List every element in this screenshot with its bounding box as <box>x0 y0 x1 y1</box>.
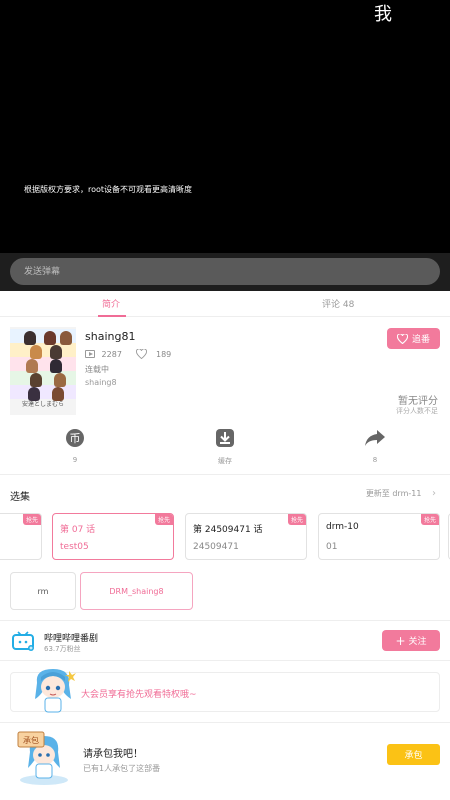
poster-logo: 安達としまむら <box>21 401 64 408</box>
like-count: 189 <box>156 349 172 359</box>
anime-title: shaing81 <box>85 330 136 343</box>
chevron-right-icon: › <box>432 488 436 499</box>
episode-name: 第 07 话 <box>60 525 96 535</box>
sponsor-title: 请承包我吧！ <box>83 749 143 760</box>
play-count: 2287 <box>101 349 122 359</box>
episode-name: 第 24509471 话 <box>193 525 263 535</box>
sponsor-button[interactable]: 承包 <box>387 744 440 765</box>
download-icon <box>216 429 234 447</box>
share-action[interactable]: 8 <box>355 428 395 464</box>
episode-card-active[interactable]: 第 07 话 test05 抢先 <box>52 513 174 560</box>
follow-channel-button[interactable]: + 关注 <box>382 630 440 651</box>
plus-icon: + <box>395 633 406 648</box>
score-subtext: 评分人数不足 <box>396 407 438 415</box>
bilibili-tv-icon <box>12 631 34 651</box>
coin-icon: 币 <box>66 429 84 447</box>
follow-anime-label: 追番 <box>411 335 430 345</box>
early-access-tag: 抢先 <box>22 514 41 525</box>
play-count-icon <box>85 350 95 358</box>
early-access-tag: 抢先 <box>287 514 306 525</box>
season-label: DRM_shaing8 <box>109 586 164 596</box>
coin-action[interactable]: 币 9 <box>55 428 95 464</box>
follow-channel-label: 关注 <box>408 637 427 647</box>
episode-code: test05 <box>60 542 89 552</box>
anime-poster[interactable]: 安達としまむら <box>10 327 76 415</box>
heart-icon <box>136 348 148 360</box>
episode-name: drm-10 <box>326 522 359 532</box>
episode-card[interactable]: 第 24509471 话 24509471 抢先 <box>185 513 307 560</box>
divider <box>0 660 450 661</box>
danmaku-input[interactable] <box>10 258 440 285</box>
active-tab-indicator <box>98 315 126 317</box>
download-action[interactable]: 缓存 <box>205 428 245 466</box>
score-text: 暂无评分 <box>398 396 438 407</box>
coin-count: 9 <box>72 456 78 464</box>
vip-banner-text: 大会员享有抢先观看特权哦~ <box>81 690 197 700</box>
download-label: 缓存 <box>218 457 232 465</box>
channel-fans: 63.7万粉丝 <box>44 645 81 653</box>
season-chip-active[interactable]: DRM_shaing8 <box>80 572 193 610</box>
vip-banner[interactable]: 大会员享有抢先观看特权哦~ <box>10 669 440 713</box>
mascot-22-image <box>35 669 76 713</box>
svg-text:币: 币 <box>70 432 81 445</box>
player-corner-text: 我 <box>374 4 392 25</box>
share-icon <box>365 430 385 446</box>
heart-icon <box>396 333 408 344</box>
follow-anime-button[interactable]: 追番 <box>387 328 440 349</box>
danmaku-bar <box>0 253 450 291</box>
tab-bar: 简介 评论 48 <box>0 291 450 317</box>
episode-card[interactable]: drm-10 01 抢先 <box>318 513 440 560</box>
share-count: 8 <box>372 456 378 464</box>
divider <box>0 722 450 723</box>
stats-row: 2287 189 <box>85 348 172 360</box>
early-access-tag: 抢先 <box>420 514 439 525</box>
sponsor-subtitle: 已有1人承包了这部番 <box>83 764 161 773</box>
player-notice: 根据版权方要求，root设备不可观看更高清晰度 <box>24 185 193 194</box>
divider <box>0 474 450 475</box>
sponsor-sign-text: 承包 <box>23 735 39 745</box>
channel-name[interactable]: 哔哩哔哩番剧 <box>44 631 98 644</box>
episode-code: 01 <box>326 542 338 552</box>
season-label: rm <box>37 586 49 596</box>
episodes-title: 选集 <box>10 492 30 503</box>
mascot-sponsor-image: 承包 <box>17 731 68 785</box>
episodes-update[interactable]: 更新至 drm-11 › <box>366 488 436 499</box>
tab-comments[interactable]: 评论 48 <box>322 297 354 310</box>
tab-intro[interactable]: 简介 <box>102 297 120 310</box>
serial-status: 连载中 <box>85 365 109 374</box>
episode-code: 24509471 <box>193 542 239 552</box>
season-chip[interactable]: rm <box>10 572 76 610</box>
anime-subtitle: shaing8 <box>85 378 117 387</box>
video-player[interactable]: 我 根据版权方要求，root设备不可观看更高清晰度 <box>0 0 450 253</box>
episode-card[interactable]: 抢先 <box>0 513 42 560</box>
divider <box>0 620 450 621</box>
early-access-tag: 抢先 <box>154 514 173 525</box>
update-text: 更新至 drm-11 <box>365 489 422 498</box>
